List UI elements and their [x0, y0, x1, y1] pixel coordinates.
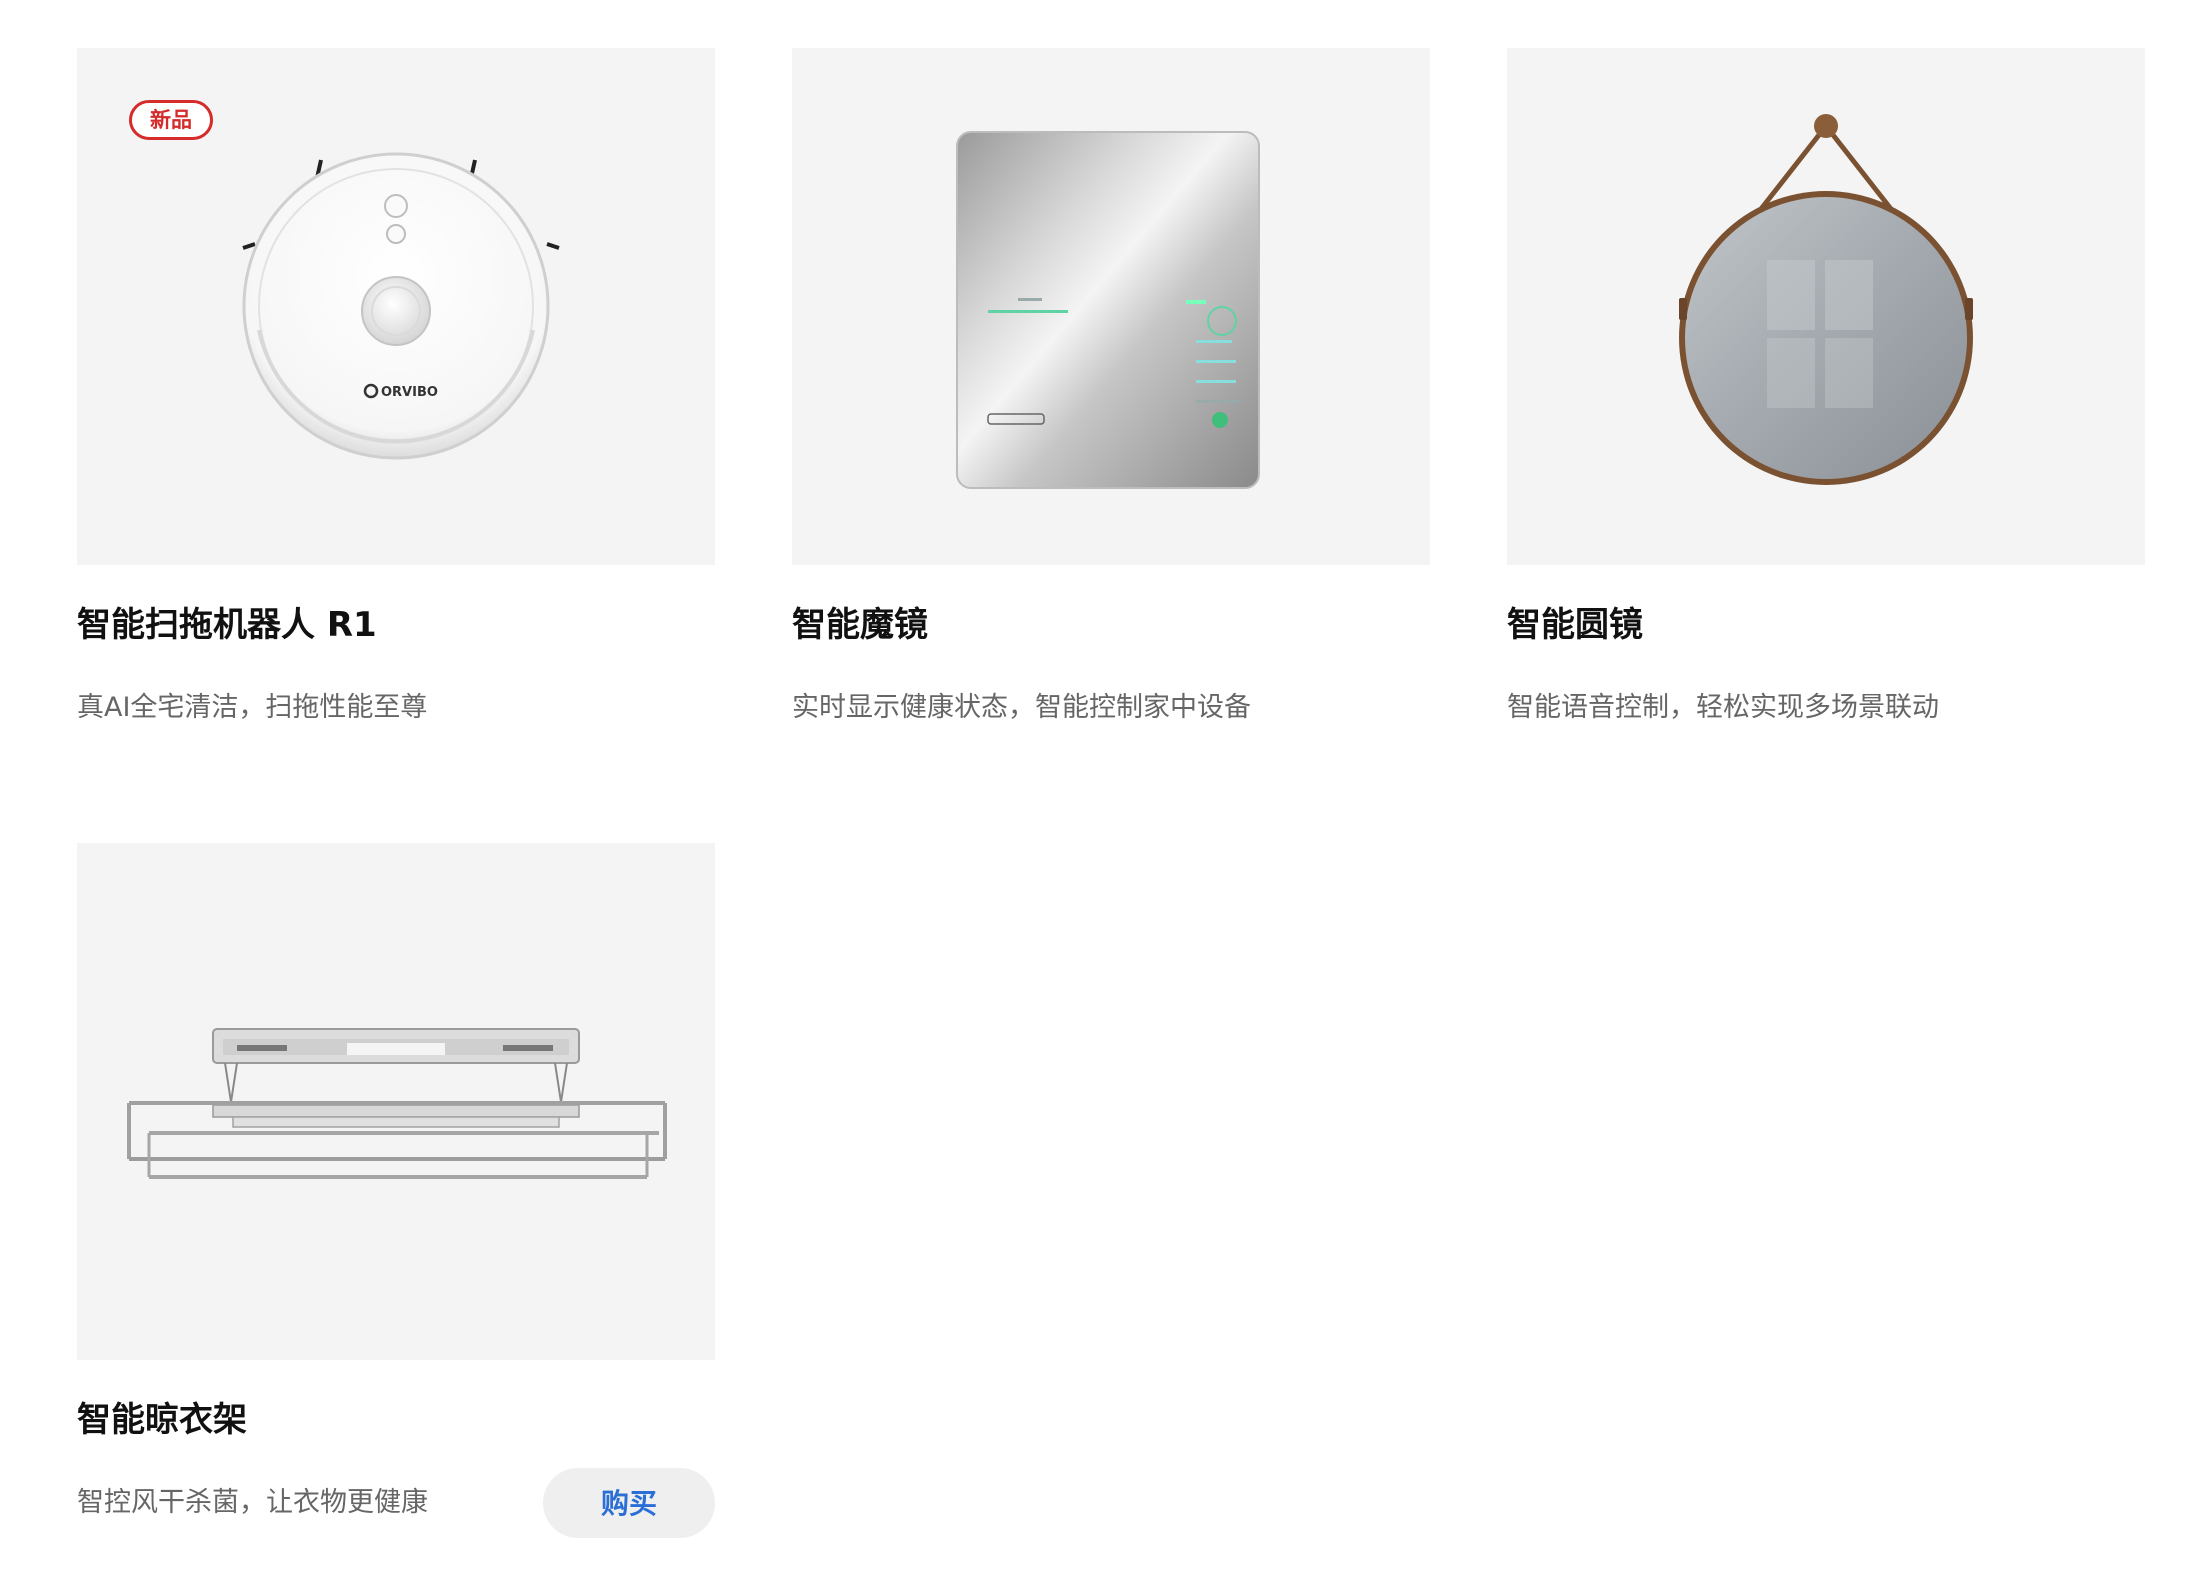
product-image-robot-vacuum[interactable]: ORVIBO 新品 [77, 48, 715, 565]
product-title[interactable]: 智能扫拖机器人 R1 [77, 601, 715, 649]
product-desc: 智控风干杀菌，让衣物更健康 [77, 1487, 428, 1518]
product-image-drying-rack[interactable] [77, 843, 715, 1360]
drying-rack-icon [127, 1028, 667, 1179]
svg-text:ORVIBO: ORVIBO [381, 385, 438, 400]
product-image-round-mirror[interactable] [1507, 48, 2145, 565]
product-card-robot-vacuum[interactable]: ORVIBO 新品 智能扫拖机器人 R1 真AI全宅清洁，扫拖性能至尊 [77, 48, 715, 743]
product-card-round-mirror[interactable]: 智能圆镜 智能语音控制，轻松实现多场景联动 [1507, 48, 2145, 743]
product-desc: 真AI全宅清洁，扫拖性能至尊 [77, 692, 428, 723]
smart-mirror-icon [956, 131, 1260, 489]
product-desc: 智能语音控制，轻松实现多场景联动 [1507, 692, 1939, 723]
product-card-smart-mirror[interactable]: 智能魔镜 实时显示健康状态，智能控制家中设备 [792, 48, 1430, 743]
product-desc: 实时显示健康状态，智能控制家中设备 [792, 692, 1251, 723]
product-title[interactable]: 智能圆镜 [1507, 601, 2145, 649]
buy-button[interactable]: 购买 [543, 1468, 715, 1538]
product-image-smart-mirror[interactable] [792, 48, 1430, 565]
product-desc-row: 真AI全宅清洁，扫拖性能至尊 [77, 673, 715, 743]
product-desc-row: 智控风干杀菌，让衣物更健康 购买 [77, 1468, 715, 1538]
product-title[interactable]: 智能晾衣架 [77, 1396, 715, 1444]
product-card-drying-rack[interactable]: 智能晾衣架 智控风干杀菌，让衣物更健康 购买 [77, 843, 715, 1538]
product-desc-row: 实时显示健康状态，智能控制家中设备 [792, 673, 1430, 743]
round-mirror-icon [1679, 114, 1973, 485]
product-title[interactable]: 智能魔镜 [792, 601, 1430, 649]
product-desc-row: 智能语音控制，轻松实现多场景联动 [1507, 673, 2145, 743]
product-grid: ORVIBO 新品 智能扫拖机器人 R1 真AI全宅清洁，扫拖性能至尊 智能魔镜… [77, 48, 2145, 1538]
new-badge: 新品 [129, 100, 213, 140]
